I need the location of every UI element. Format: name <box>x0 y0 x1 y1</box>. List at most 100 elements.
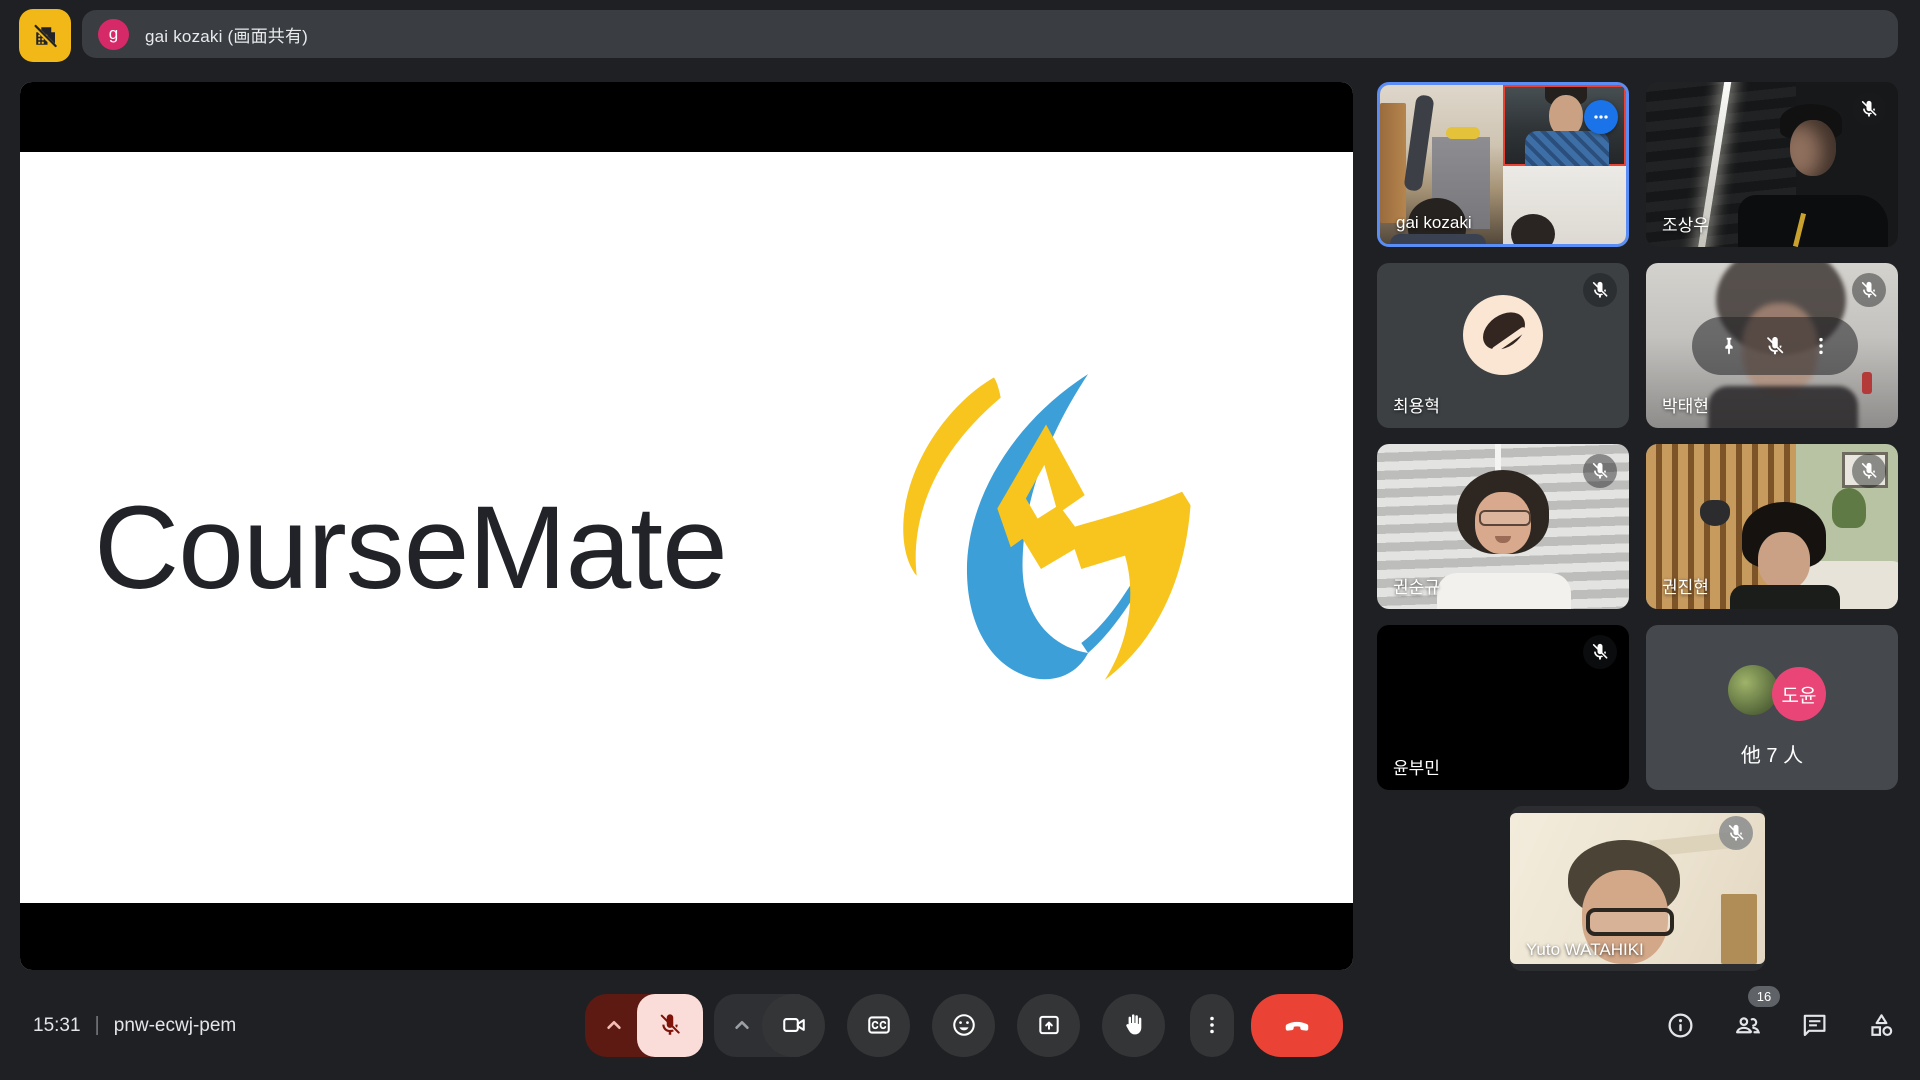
meeting-code: pnw-ecwj-pem <box>114 1015 236 1037</box>
decor <box>1862 372 1872 394</box>
meeting-info: 15:31 | pnw-ecwj-pem <box>33 1014 236 1037</box>
avatar <box>1728 665 1778 715</box>
people-icon <box>1733 1011 1762 1040</box>
mic-muted-indicator <box>1852 454 1886 488</box>
mic-muted-indicator <box>1852 92 1886 126</box>
tile-others-overflow[interactable]: 도윤 他 7 人 <box>1646 625 1898 790</box>
decor <box>1380 103 1406 223</box>
screen-share-banner[interactable]: g gai kozaki (画面共有) <box>82 10 1898 58</box>
decor <box>1403 94 1434 192</box>
tile-parktaehyeon[interactable]: 박태현 <box>1646 263 1898 428</box>
tile-kwonsungyu[interactable]: 권순규 <box>1377 444 1629 609</box>
meet-window: g gai kozaki (画面共有) CourseMate <box>0 0 1920 1080</box>
tile-yuto-watahiki[interactable]: Yuto WATAHIKI <box>1510 806 1765 971</box>
leave-call-button[interactable] <box>1251 994 1343 1057</box>
presenter-name: gai kozaki (画面共有) <box>145 22 308 47</box>
person-silhouette <box>1479 510 1531 526</box>
tile-name-label: 윤부민 <box>1393 754 1440 779</box>
divider: | <box>95 1014 100 1037</box>
grid-off-icon <box>30 21 60 51</box>
mic-off-icon <box>1590 461 1610 481</box>
emoji-icon <box>951 1012 977 1038</box>
pin-icon[interactable] <box>1718 335 1740 357</box>
person-silhouette <box>1730 585 1840 609</box>
reactions-button[interactable] <box>932 994 995 1057</box>
person-silhouette <box>1390 234 1486 247</box>
person-silhouette <box>1525 131 1609 167</box>
videocam-icon <box>781 1012 807 1038</box>
call-end-icon <box>1282 1010 1312 1040</box>
decor <box>1700 500 1730 526</box>
tile-josangwoo[interactable]: 조상우 <box>1646 82 1898 247</box>
mic-off-icon <box>1859 280 1879 300</box>
coursemate-logo <box>865 354 1217 690</box>
captions-icon <box>866 1012 892 1038</box>
chat-button[interactable] <box>1797 1008 1831 1042</box>
more-vert-icon[interactable] <box>1810 335 1832 357</box>
captions-button[interactable] <box>847 994 910 1057</box>
tile-options-button[interactable] <box>1584 100 1618 134</box>
gai-subvideo-wall <box>1503 166 1626 244</box>
chevron-up-icon <box>729 1012 755 1038</box>
person-silhouette <box>1511 214 1555 247</box>
person-silhouette <box>1790 120 1836 176</box>
decor <box>1446 127 1480 139</box>
mic-toggle-button[interactable] <box>637 994 703 1057</box>
mic-off-icon <box>657 1012 683 1038</box>
tile-name-label: gai kozaki <box>1396 213 1472 233</box>
show-everyone-button[interactable] <box>1730 1008 1764 1042</box>
clock: 15:31 <box>33 1015 81 1037</box>
letterbox-top <box>20 82 1353 152</box>
activities-button[interactable] <box>1864 1008 1898 1042</box>
top-bar: g gai kozaki (画面共有) <box>0 0 1920 72</box>
mic-off-icon <box>1590 642 1610 662</box>
chat-icon <box>1800 1011 1829 1040</box>
raise-hand-icon <box>1121 1012 1147 1038</box>
mic-muted-indicator <box>1583 635 1617 669</box>
person-silhouette <box>1738 195 1888 247</box>
tile-kwonjinhyeon[interactable]: 권진현 <box>1646 444 1898 609</box>
mic-off-icon <box>1726 823 1746 843</box>
avatar: 도윤 <box>1772 667 1826 721</box>
tile-name-label: 권진현 <box>1662 573 1709 598</box>
person-silhouette <box>1586 908 1674 936</box>
person-silhouette <box>1758 532 1810 590</box>
info-icon <box>1666 1011 1695 1040</box>
decor <box>1721 894 1757 964</box>
tile-name-label: 권순규 <box>1393 573 1440 598</box>
letterbox-bottom <box>20 903 1353 970</box>
mic-off-icon[interactable] <box>1764 335 1786 357</box>
person-silhouette <box>1437 573 1571 609</box>
tile-hover-controls <box>1692 317 1858 375</box>
more-horiz-icon <box>1591 107 1611 127</box>
tile-name-label: 조상우 <box>1662 211 1709 236</box>
mic-muted-indicator <box>1719 816 1753 850</box>
present-icon <box>1036 1012 1062 1038</box>
shared-screen[interactable]: CourseMate <box>20 82 1353 970</box>
participant-count-badge: 16 <box>1748 986 1780 1007</box>
call-controls <box>585 993 1343 1057</box>
tile-name-label: Yuto WATAHIKI <box>1526 940 1644 960</box>
mic-muted-indicator <box>1583 273 1617 307</box>
person-silhouette <box>1708 386 1858 428</box>
mic-off-icon <box>1859 461 1879 481</box>
meeting-details-button[interactable] <box>1663 1008 1697 1042</box>
tile-name-label: 최용혁 <box>1393 392 1440 417</box>
more-vert-icon <box>1200 1013 1224 1037</box>
panel-buttons <box>1663 1008 1898 1042</box>
tile-gai-kozaki[interactable]: gai kozaki <box>1377 82 1629 247</box>
mic-off-icon <box>1590 280 1610 300</box>
tile-yunbumin[interactable]: 윤부민 <box>1377 625 1629 790</box>
more-options-button[interactable] <box>1190 994 1234 1057</box>
mic-off-icon <box>1859 99 1879 119</box>
others-count-label: 他 7 人 <box>1646 739 1898 768</box>
mic-muted-indicator <box>1852 273 1886 307</box>
tile-name-label: 박태현 <box>1662 392 1709 417</box>
present-button[interactable] <box>1017 994 1080 1057</box>
raise-hand-button[interactable] <box>1102 994 1165 1057</box>
chevron-up-icon <box>601 1012 627 1038</box>
camera-toggle-button[interactable] <box>762 994 825 1057</box>
presenter-avatar: g <box>98 19 129 50</box>
grid-off-button[interactable] <box>19 9 71 62</box>
tile-choiyonghyeok[interactable]: 최용혁 <box>1377 263 1629 428</box>
